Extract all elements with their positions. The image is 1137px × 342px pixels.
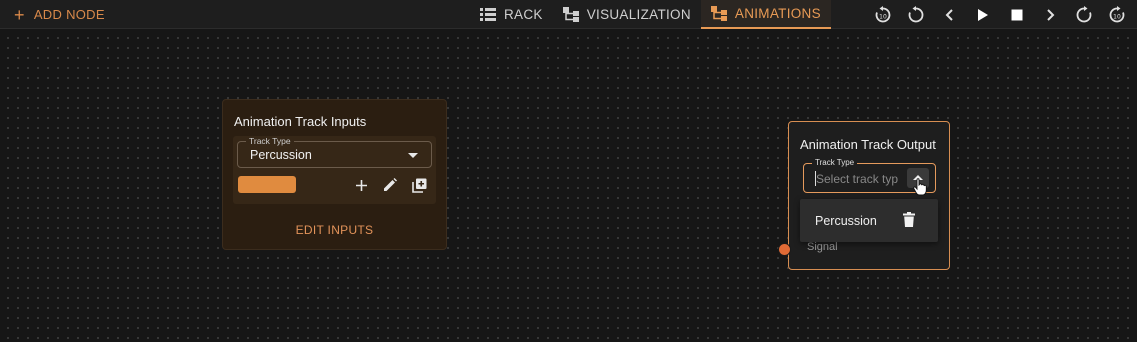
plus-icon xyxy=(355,179,367,191)
track-type-label: Track Type xyxy=(812,158,858,167)
forward-10-button[interactable]: 10 xyxy=(1101,0,1135,29)
view-tabs: RACK VISUALIZATION ANIMATIONS xyxy=(470,0,831,29)
node-title: Animation Track Inputs xyxy=(234,114,367,129)
track-input-panel: Track Type Percussion xyxy=(233,136,436,204)
tab-rack[interactable]: RACK xyxy=(470,0,553,29)
trash-icon xyxy=(903,212,915,227)
next-button[interactable] xyxy=(1034,0,1068,29)
add-box-icon xyxy=(411,178,426,193)
add-button[interactable] xyxy=(351,175,371,195)
restart-button[interactable] xyxy=(900,0,934,29)
add-node-label: ADD NODE xyxy=(33,7,105,22)
edit-inputs-button[interactable]: EDIT INPUTS xyxy=(223,223,446,237)
list-icon xyxy=(480,8,496,21)
tab-visualization[interactable]: VISUALIZATION xyxy=(553,0,701,29)
svg-text:10: 10 xyxy=(1113,13,1121,20)
track-type-options-menu: Percussion xyxy=(800,199,938,242)
tab-visualization-label: VISUALIZATION xyxy=(586,7,691,22)
node-title: Animation Track Output xyxy=(800,137,936,152)
signal-label: Signal xyxy=(807,241,838,253)
redo-icon xyxy=(1076,5,1092,22)
option-percussion[interactable]: Percussion xyxy=(815,214,877,228)
restart-icon xyxy=(908,5,924,22)
add-node-button[interactable]: + ADD NODE xyxy=(14,0,105,29)
top-toolbar: + ADD NODE RACK VISUALIZATION ANIMATIONS… xyxy=(0,0,1137,29)
track-type-select[interactable]: Track Type Percussion xyxy=(237,136,432,168)
stop-icon xyxy=(1011,9,1023,20)
track-type-placeholder: Select track typ xyxy=(816,172,899,186)
svg-text:10: 10 xyxy=(879,13,887,20)
color-swatch[interactable] xyxy=(238,176,296,193)
tab-animations[interactable]: ANIMATIONS xyxy=(700,0,831,29)
rewind-10-icon: 10 xyxy=(875,5,891,22)
rewind-10-button[interactable]: 10 xyxy=(866,0,900,29)
edit-button[interactable] xyxy=(380,175,400,195)
pointer-hand-icon xyxy=(913,178,927,196)
animation-track-inputs-node[interactable]: Animation Track Inputs Track Type Percus… xyxy=(222,99,447,250)
pencil-icon xyxy=(384,178,397,191)
redo-button[interactable] xyxy=(1067,0,1101,29)
previous-button[interactable] xyxy=(933,0,967,29)
forward-10-icon: 10 xyxy=(1109,5,1125,22)
previous-icon xyxy=(945,8,953,21)
stop-button[interactable] xyxy=(1000,0,1034,29)
plus-icon: + xyxy=(14,4,25,25)
track-type-label: Track Type xyxy=(246,136,294,146)
transport-controls: 10 10 xyxy=(866,0,1134,29)
track-type-value: Percussion xyxy=(250,148,312,162)
next-icon xyxy=(1047,8,1055,21)
play-button[interactable] xyxy=(967,0,1001,29)
chevron-down-icon xyxy=(408,153,418,158)
hierarchy-icon xyxy=(562,7,579,22)
hierarchy-icon xyxy=(710,6,727,21)
tab-rack-label: RACK xyxy=(504,7,543,22)
signal-input-port[interactable] xyxy=(778,243,791,256)
duplicate-button[interactable] xyxy=(409,175,429,195)
node-canvas[interactable] xyxy=(0,29,1137,342)
delete-option-button[interactable] xyxy=(903,212,915,232)
tab-animations-label: ANIMATIONS xyxy=(734,6,821,21)
play-icon xyxy=(978,8,989,21)
